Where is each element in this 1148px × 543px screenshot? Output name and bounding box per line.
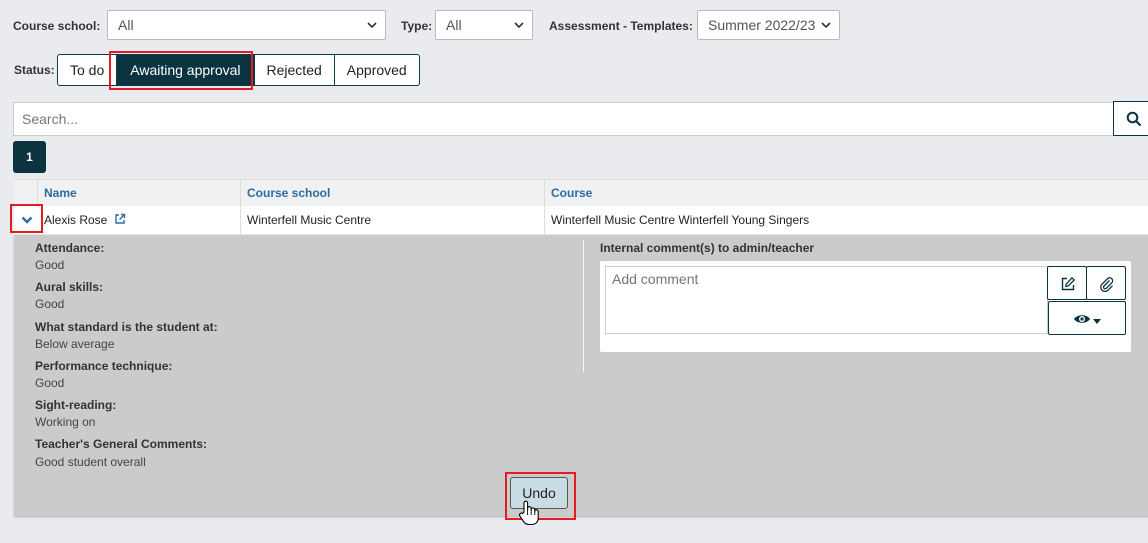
edit-icon [1061, 276, 1076, 291]
eye-icon [1074, 315, 1090, 323]
detail-answer: Good [35, 376, 65, 390]
edit-comment-button[interactable] [1047, 266, 1087, 300]
detail-question: Teacher's General Comments: [35, 437, 208, 451]
course-school-value: All [118, 17, 134, 33]
expand-column-header [14, 180, 37, 207]
type-select[interactable]: All [435, 10, 533, 40]
column-divider [583, 240, 584, 372]
table-header: Name Course school Course [14, 179, 1148, 207]
detail-question: Attendance: [35, 241, 105, 255]
type-value: All [446, 17, 462, 33]
chevron-down-icon [367, 22, 377, 29]
status-filter-group: To do Awaiting approval Rejected Approve… [57, 54, 420, 86]
visibility-dropdown-button[interactable] [1048, 301, 1126, 335]
column-header-course[interactable]: Course [544, 180, 1148, 207]
status-label: Status: [14, 63, 55, 77]
detail-answer: Below average [35, 337, 115, 351]
comments-title: Internal comment(s) to admin/teacher [600, 241, 815, 255]
column-header-name[interactable]: Name [37, 180, 240, 207]
assessment-detail-panel: Attendance: Good Aural skills: Good What… [14, 235, 1148, 516]
detail-question: Sight-reading: [35, 398, 117, 412]
templates-value: Summer 2022/23 [708, 17, 816, 33]
table-row[interactable]: Alexis Rose Winterfell Music Centre Wint… [14, 206, 1148, 234]
student-name-link[interactable]: Alexis Rose [44, 213, 107, 227]
chevron-down-icon [514, 22, 524, 29]
detail-answer: Good student overall [35, 455, 146, 469]
cell-course: Winterfell Music Centre Winterfell Young… [544, 206, 1148, 234]
detail-question: Performance technique: [35, 359, 173, 373]
external-link-icon[interactable] [114, 213, 126, 225]
search-icon [1126, 111, 1142, 127]
detail-question: Aural skills: [35, 280, 104, 294]
attach-file-button[interactable] [1086, 266, 1126, 300]
status-todo-button[interactable]: To do [57, 54, 118, 86]
chevron-down-icon [821, 22, 831, 29]
cell-course-school: Winterfell Music Centre [240, 206, 544, 234]
search-button[interactable] [1113, 101, 1148, 136]
expand-toggle[interactable] [14, 206, 37, 234]
detail-answer: Good [35, 297, 65, 311]
type-label: Type: [401, 19, 433, 33]
status-awaiting-approval-button[interactable]: Awaiting approval [116, 54, 255, 86]
page-1-button[interactable]: 1 [13, 141, 46, 173]
detail-question: What standard is the student at: [35, 320, 218, 334]
detail-answer: Working on [35, 415, 96, 429]
hand-cursor-icon [519, 500, 539, 526]
cell-name: Alexis Rose [37, 206, 240, 234]
chevron-down-icon [21, 216, 33, 224]
status-rejected-button[interactable]: Rejected [253, 54, 335, 86]
comment-input[interactable] [605, 266, 1048, 334]
comment-box [600, 261, 1131, 352]
paperclip-icon [1100, 277, 1114, 292]
status-approved-button[interactable]: Approved [333, 54, 420, 86]
column-header-course-school[interactable]: Course school [240, 180, 544, 207]
templates-label: Assessment - Templates: [549, 19, 693, 33]
detail-answer: Good [35, 258, 65, 272]
caret-down-icon [1093, 319, 1101, 324]
templates-select[interactable]: Summer 2022/23 [697, 10, 840, 40]
course-school-select[interactable]: All [107, 10, 386, 40]
course-school-label: Course school: [13, 19, 101, 33]
search-input[interactable] [13, 102, 1114, 136]
